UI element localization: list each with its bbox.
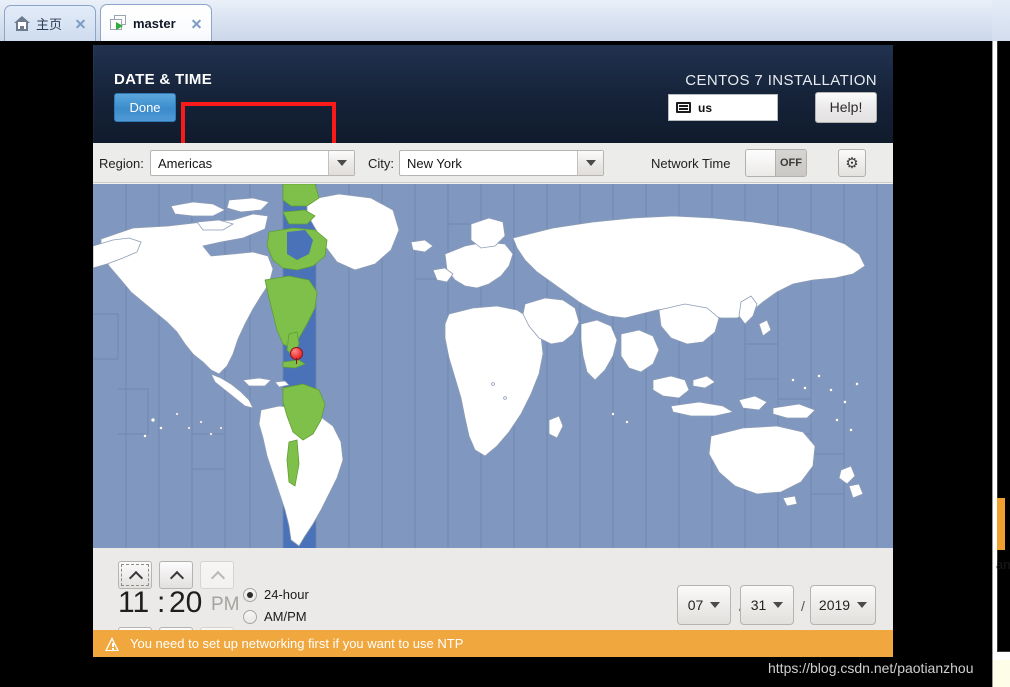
year-caret-down-icon xyxy=(857,602,868,608)
vm-window-icon xyxy=(110,15,127,31)
product-title: CENTOS 7 INSTALLATION xyxy=(685,72,877,89)
month-select[interactable]: 07 xyxy=(677,585,731,625)
keyboard-icon xyxy=(676,102,691,113)
page-title: DATE & TIME xyxy=(114,71,213,88)
ampm-value: PM xyxy=(211,594,240,615)
gear-icon: ⚙ xyxy=(845,154,859,172)
network-time-label: Network Time xyxy=(651,156,731,171)
city-value: New York xyxy=(407,155,462,171)
chevron-up-icon xyxy=(212,570,223,581)
warning-bar: You need to set up networking first if y… xyxy=(93,630,893,657)
month-value: 07 xyxy=(687,597,704,613)
day-value: 31 xyxy=(750,597,767,613)
timezone-map[interactable] xyxy=(93,184,893,548)
background-window-orange-strip xyxy=(997,498,1005,550)
day-caret-down-icon xyxy=(773,602,784,608)
keyboard-layout-label: us xyxy=(698,100,713,115)
screen-root: an 主页 master DATE & TIME Done CENTOS 7 I… xyxy=(0,0,1010,687)
background-window-partial-text: an xyxy=(996,557,1010,572)
help-button[interactable]: Help! xyxy=(815,92,877,123)
keyboard-layout-indicator[interactable]: us xyxy=(668,94,778,121)
warning-message: You need to set up networking first if y… xyxy=(130,636,464,651)
chevron-up-icon xyxy=(130,570,141,581)
tab-master-close-icon[interactable] xyxy=(190,17,203,30)
region-chevron-down-icon[interactable] xyxy=(328,151,354,175)
date-separator-2: / xyxy=(801,598,805,614)
background-window-footer xyxy=(992,660,1010,687)
world-map-graphic xyxy=(93,184,893,548)
month-caret-down-icon xyxy=(710,602,721,608)
home-icon xyxy=(14,16,30,31)
warning-triangle-icon xyxy=(105,636,120,651)
city-chevron-down-icon[interactable] xyxy=(577,151,603,175)
tab-master[interactable]: master xyxy=(100,4,212,41)
region-select[interactable]: Americas xyxy=(150,150,355,176)
watermark: https://blog.csdn.net/paotianzhou xyxy=(768,660,974,676)
installer-header: DATE & TIME Done CENTOS 7 INSTALLATION u… xyxy=(93,45,893,143)
hour-value[interactable]: 11 xyxy=(118,586,149,620)
format-option-24hour-label: 24-hour xyxy=(264,587,309,602)
hour-increment-button[interactable] xyxy=(118,561,152,589)
day-select[interactable]: 31 xyxy=(740,585,794,625)
region-value: Americas xyxy=(158,155,213,171)
ampm-increment-button xyxy=(200,561,234,589)
map-pin-icon xyxy=(290,347,303,364)
chevron-up-icon xyxy=(171,570,182,581)
tab-master-label: master xyxy=(133,15,176,31)
year-value: 2019 xyxy=(818,597,851,613)
timezone-toolbar: Region: Americas City: New York Network … xyxy=(93,143,893,183)
year-select[interactable]: 2019 xyxy=(810,585,876,625)
tab-home[interactable]: 主页 xyxy=(4,5,96,41)
network-time-toggle[interactable]: OFF xyxy=(745,149,807,177)
done-button[interactable]: Done xyxy=(114,93,176,122)
tab-home-close-icon[interactable] xyxy=(74,17,87,30)
radio-ampm-icon xyxy=(243,609,257,624)
time-separator: : xyxy=(157,586,166,619)
city-select[interactable]: New York xyxy=(399,150,604,176)
format-option-ampm[interactable]: AM/PM xyxy=(243,609,307,624)
format-option-24hour[interactable]: 24-hour xyxy=(243,587,309,602)
network-time-state: OFF xyxy=(776,150,806,176)
tab-strip: 主页 master xyxy=(0,0,1010,41)
region-label: Region: xyxy=(99,156,144,171)
format-option-ampm-label: AM/PM xyxy=(264,609,307,624)
city-label: City: xyxy=(368,156,394,171)
anaconda-installer: DATE & TIME Done CENTOS 7 INSTALLATION u… xyxy=(93,45,893,657)
minute-increment-button[interactable] xyxy=(159,561,193,589)
toggle-knob xyxy=(746,150,776,176)
radio-24hour-icon xyxy=(243,587,257,602)
minute-value[interactable]: 20 xyxy=(169,586,202,620)
tab-home-label: 主页 xyxy=(36,17,63,32)
network-time-settings-button[interactable]: ⚙ xyxy=(838,149,866,177)
